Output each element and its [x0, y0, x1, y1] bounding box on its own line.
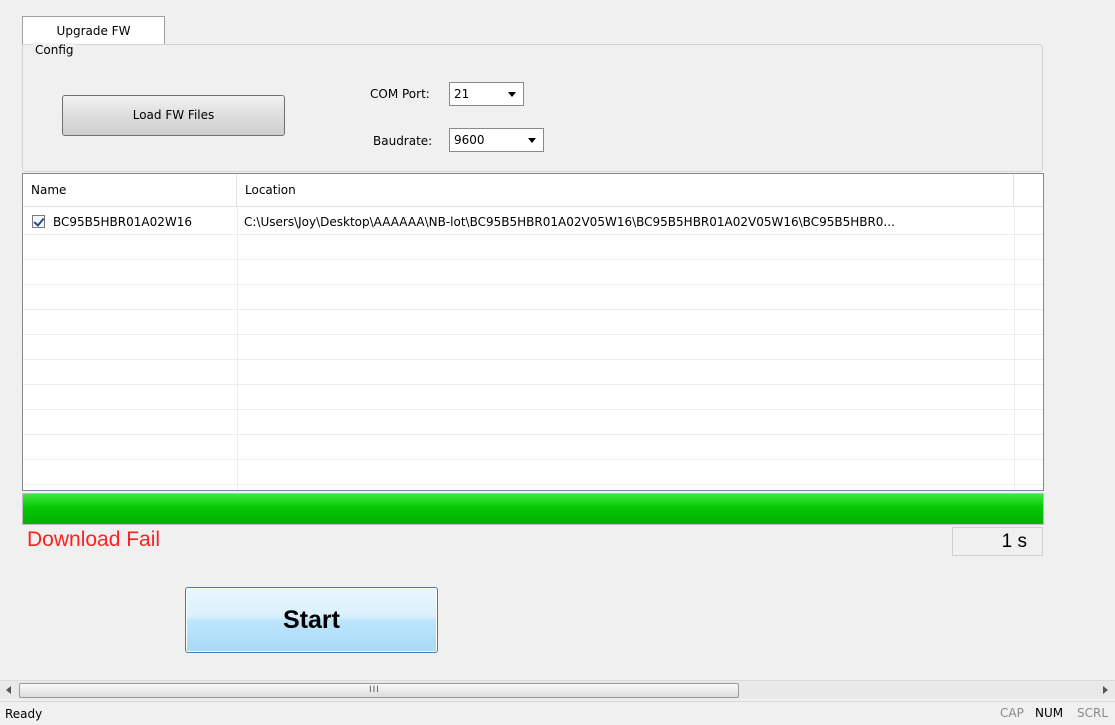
com-port-value: 21: [454, 87, 470, 101]
config-group-title: Config: [33, 43, 76, 57]
load-fw-files-button[interactable]: Load FW Files: [62, 95, 285, 136]
tab-upgrade-fw[interactable]: Upgrade FW: [22, 16, 165, 45]
fw-file-list[interactable]: Name Location BC95B5HBR01A02W16 C:\Users…: [22, 173, 1044, 491]
row-location: C:\Users\Joy\Desktop\AAAAAA\NB-lot\BC95B…: [244, 215, 895, 229]
scroll-lock-indicator: SCRL: [1077, 706, 1109, 720]
elapsed-time: 1 s: [952, 527, 1043, 556]
scrollbar-thumb[interactable]: III: [19, 683, 739, 698]
baudrate-value: 9600: [454, 133, 485, 147]
table-row: [23, 235, 1043, 260]
com-port-label: COM Port:: [370, 87, 430, 101]
column-header-location[interactable]: Location: [237, 174, 1014, 207]
scrollbar-grip: III: [369, 685, 380, 695]
row-name: BC95B5HBR01A02W16: [53, 215, 193, 229]
table-row: [23, 410, 1043, 435]
table-row: [23, 310, 1043, 335]
table-row: [23, 435, 1043, 460]
scroll-right-icon[interactable]: [1103, 686, 1108, 694]
column-header-name[interactable]: Name: [23, 174, 237, 207]
download-status-message: Download Fail: [27, 528, 161, 551]
caps-lock-indicator: CAP: [1000, 706, 1024, 720]
com-port-select[interactable]: 21: [449, 82, 524, 106]
table-row[interactable]: BC95B5HBR01A02W16 C:\Users\Joy\Desktop\A…: [23, 210, 1043, 235]
table-row: [23, 360, 1043, 385]
status-text: Ready: [5, 707, 43, 721]
table-row: [23, 385, 1043, 410]
table-row: [23, 460, 1043, 485]
start-button[interactable]: Start: [185, 587, 438, 653]
scroll-left-icon[interactable]: [6, 686, 11, 694]
horizontal-scrollbar[interactable]: III: [0, 680, 1115, 699]
list-header: Name Location: [23, 174, 1043, 207]
progress-fill: [23, 494, 1043, 524]
download-progress-bar: [22, 493, 1044, 525]
table-row: [23, 260, 1043, 285]
num-lock-indicator: NUM: [1035, 706, 1064, 720]
table-row: [23, 285, 1043, 310]
baudrate-label: Baudrate:: [373, 134, 433, 148]
table-row: [23, 335, 1043, 360]
status-bar: Ready CAP NUM SCRL: [0, 701, 1115, 725]
row-checkbox[interactable]: [32, 215, 45, 228]
chevron-down-icon: [528, 138, 536, 143]
baudrate-select[interactable]: 9600: [449, 128, 544, 152]
chevron-down-icon: [508, 92, 516, 97]
